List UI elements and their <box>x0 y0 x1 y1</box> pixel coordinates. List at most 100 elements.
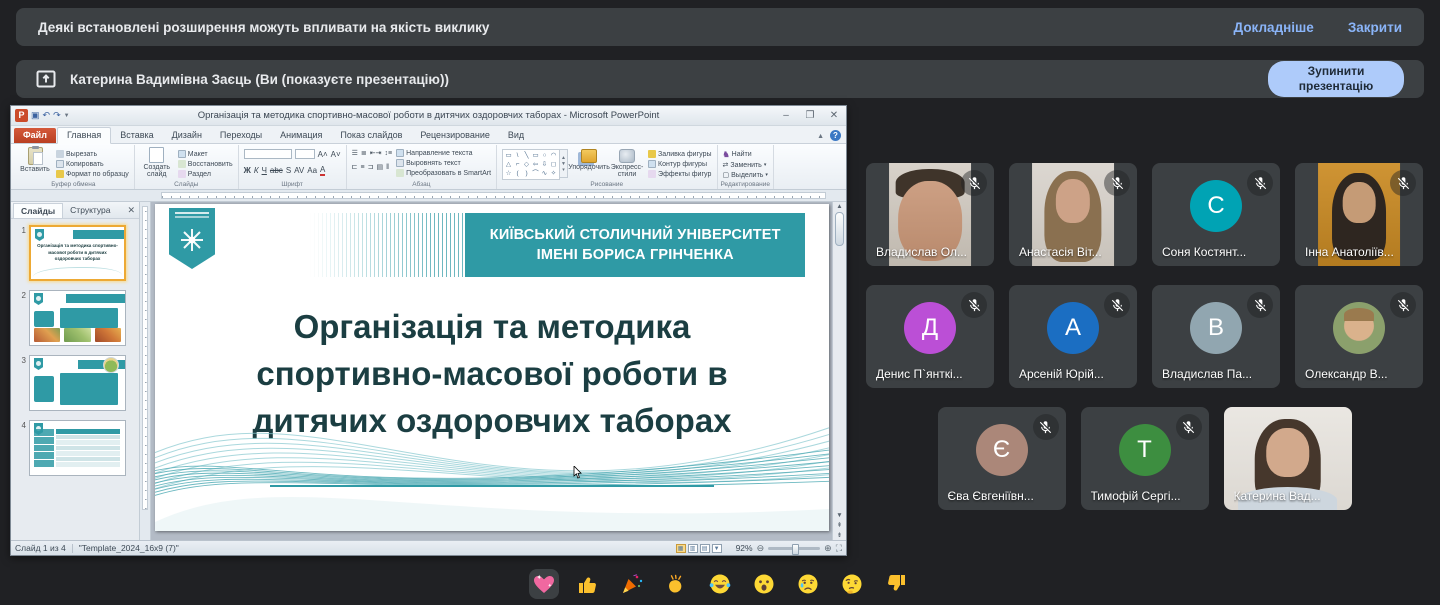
bold-button[interactable]: Ж <box>244 166 251 175</box>
shape-effects-button[interactable]: Эффекты фигур <box>648 170 711 178</box>
slide-thumbnail-1[interactable]: Організація та методика спортивно-масово… <box>29 225 126 281</box>
reaction-thumbs_up[interactable] <box>573 569 603 599</box>
layout-button[interactable]: Макет <box>178 150 233 158</box>
close-link[interactable]: Закрити <box>1348 20 1402 35</box>
participant-tile[interactable]: ТТимофій Сергі... <box>1081 407 1209 510</box>
fit-to-window-button[interactable]: ⛶ <box>836 544 842 553</box>
reaction-thumbs_down[interactable] <box>881 569 911 599</box>
minimize-button[interactable]: – <box>774 110 798 121</box>
reading-view-button[interactable]: ▤ <box>700 544 710 553</box>
participant-tile[interactable]: ВВладислав Па... <box>1152 285 1280 388</box>
justify-icon[interactable]: ▤ <box>376 163 383 171</box>
align-text-button[interactable]: Выровнять текст <box>396 159 491 167</box>
shape-outline-button[interactable]: Контур фигуры <box>648 160 711 168</box>
zoom-out-button[interactable]: ⊖ <box>757 544 765 553</box>
powerpoint-titlebar[interactable]: P ▣ ↶ ↷ ▼ Організація та методика спорти… <box>11 106 846 126</box>
participant-tile[interactable]: Катерина Вад... <box>1224 407 1352 510</box>
zoom-slider[interactable] <box>768 547 820 550</box>
strikethrough-button[interactable]: abc <box>270 166 283 175</box>
participant-tile[interactable]: Олександр В... <box>1295 285 1423 388</box>
reset-button[interactable]: Восстановить <box>178 160 233 168</box>
font-size-select[interactable] <box>295 149 315 159</box>
reaction-clap[interactable] <box>661 569 691 599</box>
minimize-ribbon-icon[interactable]: ▲ <box>817 133 824 140</box>
participant-tile[interactable]: ССоня Костянт... <box>1152 163 1280 266</box>
close-button[interactable]: ✕ <box>822 110 846 121</box>
grow-font-icon[interactable]: A˄ <box>318 150 328 159</box>
columns-icon[interactable]: ‖ <box>386 164 389 171</box>
slide-thumbnail-4[interactable] <box>29 420 126 476</box>
new-slide-button[interactable]: Создать слайд <box>140 147 174 178</box>
bullets-icon[interactable]: ☰ <box>352 149 358 157</box>
participant-tile[interactable]: ДДенис П`янткі... <box>866 285 994 388</box>
powerpoint-app-icon[interactable]: P <box>15 109 28 122</box>
arrange-button[interactable]: Упорядочить <box>572 147 606 171</box>
slide-thumbnail-2[interactable] <box>29 290 126 346</box>
ribbon-tab-6[interactable]: Анимация <box>271 128 331 143</box>
ribbon-tab-5[interactable]: Переходы <box>211 128 271 143</box>
ribbon-tab-7[interactable]: Показ слайдов <box>331 128 411 143</box>
align-left-icon[interactable]: ⊏ <box>352 163 358 171</box>
smartart-button[interactable]: Преобразовать в SmartArt <box>396 169 491 177</box>
numbering-icon[interactable]: ≣ <box>361 149 367 157</box>
panel-close-icon[interactable]: ✕ <box>127 205 135 216</box>
align-center-icon[interactable]: ≡ <box>361 164 365 171</box>
underline-button[interactable]: Ч <box>262 166 267 175</box>
reaction-thinking[interactable] <box>837 569 867 599</box>
change-case-icon[interactable]: Aa <box>307 166 317 175</box>
redo-icon[interactable]: ↷ <box>53 110 61 121</box>
replace-button[interactable]: ⇄Заменить ▾ <box>723 161 768 169</box>
align-right-icon[interactable]: ⊐ <box>368 163 374 171</box>
shrink-font-icon[interactable]: A˅ <box>331 150 341 159</box>
font-name-select[interactable] <box>244 149 292 159</box>
participant-tile[interactable]: ЄЄва Євгеніївн... <box>938 407 1066 510</box>
undo-icon[interactable]: ↶ <box>43 110 51 121</box>
previous-slide-button[interactable]: ⇞ <box>837 521 842 529</box>
line-spacing-icon[interactable]: ↕≡ <box>385 150 393 157</box>
participant-tile[interactable]: Інна Анатоліїв... <box>1295 163 1423 266</box>
paste-button[interactable]: Вставить <box>18 147 52 173</box>
participant-tile[interactable]: Анастасія Віт... <box>1009 163 1137 266</box>
cut-button[interactable]: Вырезать <box>56 150 129 158</box>
format-painter-button[interactable]: Формат по образцу <box>56 170 129 178</box>
slide-thumbnail-3[interactable] <box>29 355 126 411</box>
participant-tile[interactable]: Владислав Ол... <box>866 163 994 266</box>
ribbon-tab-4[interactable]: Дизайн <box>163 128 211 143</box>
next-slide-button[interactable]: ⇟ <box>837 531 842 539</box>
shadow-button[interactable]: S <box>286 166 291 175</box>
participant-tile[interactable]: ААрсеній Юрій... <box>1009 285 1137 388</box>
details-link[interactable]: Докладніше <box>1234 20 1314 35</box>
reaction-cry[interactable] <box>793 569 823 599</box>
italic-button[interactable]: К <box>254 166 259 175</box>
shapes-gallery[interactable]: ▭\╲▭○◠ △⌐◇⇦⇩◻ ☆()⌒∿✧ <box>502 149 560 180</box>
save-icon[interactable]: ▣ <box>31 110 40 121</box>
current-slide[interactable]: КИЇВСЬКИЙ СТОЛИЧНИЙ УНІВЕРСИТЕТ ІМЕНІ БО… <box>155 204 829 531</box>
ribbon-tab-8[interactable]: Рецензирование <box>411 128 499 143</box>
reaction-joy[interactable] <box>705 569 735 599</box>
indent-icons[interactable]: ⇤⇥ <box>370 149 382 157</box>
reaction-heart[interactable] <box>529 569 559 599</box>
font-color-button[interactable]: A <box>320 165 325 176</box>
copy-button[interactable]: Копировать <box>56 160 129 168</box>
shape-fill-button[interactable]: Заливка фигуры <box>648 150 711 158</box>
find-button[interactable]: ♞Найти <box>723 150 768 159</box>
char-spacing-icon[interactable]: AV <box>294 166 304 175</box>
qat-dropdown-icon[interactable]: ▼ <box>64 113 70 119</box>
reaction-party[interactable] <box>617 569 647 599</box>
quick-styles-button[interactable]: Экспресс-стили <box>610 147 644 178</box>
tab-outline[interactable]: Структура <box>63 203 117 217</box>
slide-sorter-button[interactable]: ▥ <box>688 544 698 553</box>
ribbon-tab-3[interactable]: Вставка <box>111 128 162 143</box>
text-direction-button[interactable]: Направление текста <box>396 149 491 157</box>
ribbon-tab-1[interactable]: Файл <box>14 128 56 143</box>
stop-presentation-button[interactable]: Зупинити презентацію <box>1268 61 1404 97</box>
restore-button[interactable]: ❐ <box>798 110 822 121</box>
slideshow-button[interactable]: ▼ <box>712 544 722 553</box>
normal-view-button[interactable]: ▦ <box>676 544 686 553</box>
ribbon-tab-2[interactable]: Главная <box>57 127 111 144</box>
reaction-surprised[interactable] <box>749 569 779 599</box>
zoom-in-button[interactable]: ⊕ <box>824 544 832 553</box>
select-button[interactable]: ▢Выделить ▾ <box>723 171 768 179</box>
ribbon-tab-9[interactable]: Вид <box>499 128 533 143</box>
section-button[interactable]: Раздел <box>178 170 233 178</box>
